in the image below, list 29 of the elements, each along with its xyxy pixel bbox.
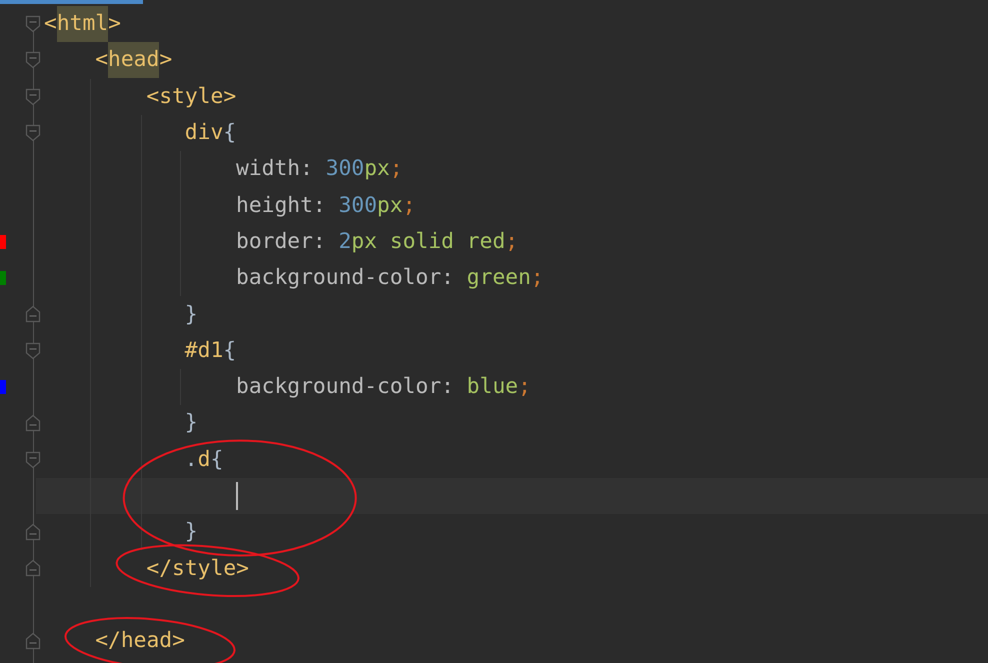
code-line: } [184, 409, 198, 438]
fold-end-icon[interactable] [25, 559, 41, 578]
code-line: } [184, 518, 198, 546]
code-line: <head> [95, 42, 172, 78]
fold-collapse-icon[interactable] [25, 51, 41, 70]
fold-end-icon[interactable] [25, 305, 41, 324]
fold-end-icon[interactable] [25, 523, 41, 542]
code-line: <html> [44, 6, 121, 42]
code-line: background-color: green; [236, 264, 544, 292]
code-line: background-color: blue; [236, 373, 531, 402]
fold-collapse-icon[interactable] [25, 450, 41, 469]
fold-collapse-icon[interactable] [25, 88, 41, 106]
fold-end-icon[interactable] [25, 632, 41, 650]
code-line: </style> [146, 554, 249, 583]
code-line: #d1{ [184, 336, 236, 365]
code-line: div{ [184, 119, 236, 148]
code-line: } [184, 300, 198, 329]
fold-collapse-icon[interactable] [25, 124, 41, 142]
text-cursor [236, 482, 238, 510]
code-line: height: 300px; [236, 192, 416, 220]
fold-collapse-icon[interactable] [25, 342, 41, 360]
fold-end-icon[interactable] [25, 414, 41, 432]
fold-collapse-icon[interactable] [25, 15, 41, 33]
code-line: <style> [146, 82, 236, 111]
code-line: .d{ [184, 446, 224, 474]
code-line: border: 2px solid red; [236, 228, 518, 256]
code-editor[interactable]: <html> <head> <style> div{ width: 300px; height: 300px; border: 2px solid red; background-color: green; } #d1{ background-color: blue; } .d{ } </style> </head> [0, 0, 988, 663]
code-line: width: 300px; [236, 155, 403, 184]
code-line: </head> [95, 627, 185, 656]
